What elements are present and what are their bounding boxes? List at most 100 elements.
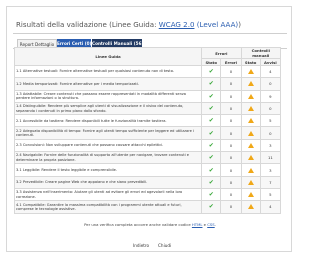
title-divider — [13, 33, 287, 34]
manual-state-cell — [240, 200, 261, 214]
guideline-text: 2.4 Navigabile: Fornire delle funzionali… — [13, 151, 203, 165]
error-state-cell: ✔ — [201, 64, 222, 79]
manual-state-cell — [240, 138, 261, 153]
guideline-text: 1.3 Adattabile: Creare contenuti che pos… — [13, 89, 203, 103]
check-icon: ✔ — [208, 92, 214, 100]
guideline-text: 2.2 Adeguata disponibilità di tempo: For… — [13, 126, 203, 140]
col-guideline-header: Linee Guida — [13, 47, 203, 66]
error-state-cell: ✔ — [201, 175, 222, 189]
manual-state-cell — [240, 77, 261, 91]
warning-icon — [247, 179, 254, 185]
manual-state-cell — [240, 151, 261, 165]
error-state-cell: ✔ — [201, 101, 222, 116]
table-row: 3.3 Assistenza nell'inserimento: Aiutare… — [13, 187, 282, 202]
guideline-link[interactable]: WCAG 2.0 — [159, 20, 195, 29]
page-title: Risultati della validazione (Linee Guida… — [16, 20, 241, 29]
manual-state-cell — [240, 89, 261, 103]
back-button[interactable]: Indietro — [133, 243, 149, 248]
warning-icon — [247, 142, 254, 148]
check-icon: ✔ — [208, 166, 214, 174]
issue-count-cell: 4 — [259, 64, 282, 79]
table-row: 2.4 Navigabile: Fornire delle funzionali… — [13, 151, 282, 165]
guideline-text: 3.2 Prevedibile: Creare pagine Web che a… — [13, 175, 203, 189]
manual-state-cell — [240, 175, 261, 189]
results-table: Linee Guida Errori Controlli manuali Sta… — [13, 47, 282, 214]
issue-count-cell: 3 — [259, 163, 282, 177]
guideline-text: 2.3 Convulsioni: Non sviluppare contenut… — [13, 138, 203, 153]
warning-icon — [247, 69, 254, 75]
table-row: 4.1 Compatibile: Garantire la massima co… — [13, 200, 282, 214]
table-row: 2.1 Accessibile da tastiera: Rendere dis… — [13, 114, 282, 128]
table-row: 1.4 Distinguibile: Rendere più semplice … — [13, 101, 282, 116]
error-count-cell: 0 — [220, 163, 242, 177]
html-validate-link[interactable]: HTML — [192, 222, 203, 227]
table-row: 3.2 Prevedibile: Creare pagine Web che a… — [13, 175, 282, 189]
error-state-cell: ✔ — [201, 114, 222, 128]
footnote-suffix: . — [214, 222, 216, 227]
issue-count-cell: 7 — [259, 175, 282, 189]
issue-count-cell: 3 — [259, 138, 282, 153]
error-state-cell: ✔ — [201, 77, 222, 91]
title-suffix: ) — [238, 20, 241, 29]
warning-icon — [247, 81, 254, 87]
manual-checks-group-header: Controlli manuali — [240, 47, 282, 59]
check-icon: ✔ — [208, 117, 214, 125]
issue-count-cell: 5 — [259, 114, 282, 128]
close-button[interactable]: Chiudi — [158, 243, 171, 248]
check-icon: ✔ — [208, 141, 214, 149]
col-errors-header: Errori — [220, 58, 242, 66]
error-count-cell: 0 — [220, 114, 242, 128]
table-row: 1.2 Media temporizzati: Fornire alternat… — [13, 77, 282, 91]
manual-state-cell — [240, 101, 261, 116]
warning-icon — [247, 155, 254, 161]
guideline-text: 1.4 Distinguibile: Rendere più semplice … — [13, 101, 203, 116]
manual-state-cell — [240, 114, 261, 128]
guideline-text: 3.3 Assistenza nell'inserimento: Aiutare… — [13, 187, 203, 202]
table-row: 3.1 Leggibile: Rendere il testo leggibil… — [13, 163, 282, 177]
guideline-text: 3.1 Leggibile: Rendere il testo leggibil… — [13, 163, 203, 177]
manual-state-cell — [240, 64, 261, 79]
issue-count-cell: 11 — [259, 151, 282, 165]
guideline-text: 2.1 Accessibile da tastiera: Rendere dis… — [13, 114, 203, 128]
level-label: (Level AAA) — [194, 20, 239, 29]
check-icon: ✔ — [208, 80, 214, 88]
footnote-prefix: Per una verifica completa occorre anche … — [84, 222, 192, 227]
issue-count-cell: 5 — [259, 187, 282, 202]
check-icon: ✔ — [208, 178, 214, 186]
error-count-cell: 0 — [220, 89, 242, 103]
warning-icon — [247, 118, 254, 124]
check-icon: ✔ — [208, 129, 214, 137]
warning-icon — [247, 130, 254, 136]
guideline-text: 1.2 Media temporizzati: Fornire alternat… — [13, 77, 203, 91]
issue-count-cell: 0 — [259, 77, 282, 91]
error-count-cell: 0 — [220, 138, 242, 153]
error-state-cell: ✔ — [201, 138, 222, 153]
error-count-cell: 0 — [220, 77, 242, 91]
check-icon: ✔ — [208, 203, 214, 211]
error-count-cell: 0 — [220, 64, 242, 79]
validation-report-panel: Risultati della validazione (Linee Guida… — [6, 6, 292, 252]
error-state-cell: ✔ — [201, 187, 222, 202]
issue-count-cell: 0 — [259, 101, 282, 116]
error-state-cell: ✔ — [201, 151, 222, 165]
table-row: 2.3 Convulsioni: Non sviluppare contenut… — [13, 138, 282, 153]
guideline-text: 1.1 Alternative testuali: Fornire altern… — [13, 64, 203, 79]
warning-icon — [247, 167, 254, 173]
manual-state-cell — [240, 163, 261, 177]
col-state-header: Stato — [201, 58, 222, 66]
warning-icon — [247, 192, 254, 198]
error-state-cell: ✔ — [201, 163, 222, 177]
title-prefix: Risultati della validazione (Linee Guida… — [16, 20, 159, 29]
error-count-cell: 0 — [220, 200, 242, 214]
table-row: 1.3 Adattabile: Creare contenuti che pos… — [13, 89, 282, 103]
check-icon: ✔ — [208, 68, 214, 76]
guideline-text: 4.1 Compatibile: Garantire la massima co… — [13, 200, 203, 214]
error-count-cell: 0 — [220, 187, 242, 202]
col-state2-header: Stato — [240, 58, 261, 66]
error-count-cell: 0 — [220, 126, 242, 140]
check-icon: ✔ — [208, 191, 214, 199]
css-validate-link[interactable]: CSS — [207, 222, 214, 227]
manual-state-cell — [240, 126, 261, 140]
error-state-cell: ✔ — [201, 89, 222, 103]
table-row: 1.1 Alternative testuali: Fornire altern… — [13, 64, 282, 79]
